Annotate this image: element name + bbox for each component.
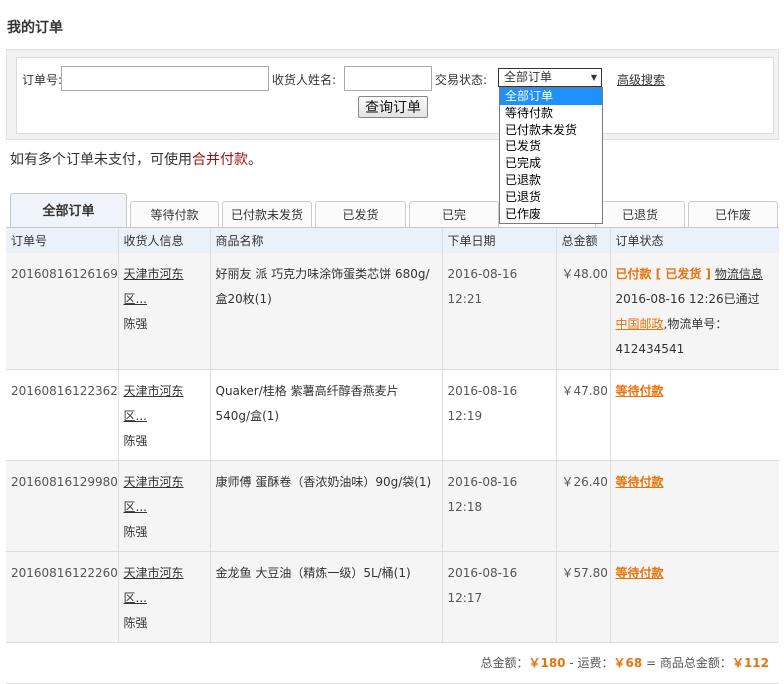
order-amount: ￥47.80 bbox=[555, 369, 610, 461]
pending-payment-link[interactable]: 等待付款 bbox=[616, 384, 664, 398]
goods-total-label: = 商品总金额： bbox=[646, 655, 732, 670]
order-amount: ￥48.00 bbox=[555, 253, 610, 370]
col-total-amount: 总金额 bbox=[555, 228, 610, 253]
tracking-number: 412434541 bbox=[615, 342, 685, 356]
col-order-status: 订单状态 bbox=[609, 228, 779, 253]
order-no: 20160816122260 bbox=[6, 551, 118, 643]
status-select[interactable]: 全部订单 ▼ bbox=[498, 68, 602, 87]
order-no: 20160816126169 bbox=[6, 253, 118, 370]
receiver-name-label: 收货人姓名: bbox=[272, 73, 337, 87]
status-option-paid-not-shipped[interactable]: 已付款未发货 bbox=[500, 122, 602, 139]
goods-total-amount: ￥112 bbox=[731, 655, 769, 670]
status-select-value: 全部订单 bbox=[504, 70, 553, 84]
page-title: 我的订单 bbox=[7, 20, 63, 36]
total-label: 总金额： bbox=[480, 655, 529, 670]
receiver-name-input[interactable] bbox=[344, 66, 432, 91]
status-option-returned[interactable]: 已退货 bbox=[500, 189, 602, 206]
pending-payment-link[interactable]: 等待付款 bbox=[616, 566, 664, 580]
table-header-row: 订单号 收货人信息 商品名称 下单日期 总金额 订单状态 bbox=[6, 228, 779, 253]
col-receiver-info: 收货人信息 bbox=[117, 228, 210, 253]
tab-paid-not-shipped[interactable]: 已付款未发货 bbox=[222, 201, 312, 227]
col-order-no: 订单号 bbox=[6, 228, 118, 253]
order-status-cell: 已付款 [ 已发货 ] 物流信息 2016-08-16 12:26已通过 中国邮… bbox=[609, 253, 779, 370]
status-option-pending-payment[interactable]: 等待付款 bbox=[500, 105, 602, 122]
table-row: 20160816122362 天津市河东区... 陈强 Quaker/桂格 紫薯… bbox=[6, 369, 779, 461]
status-label: 交易状态: bbox=[435, 73, 488, 87]
order-date: 2016-08-16 12:21 bbox=[441, 253, 556, 370]
orders-table: 订单号 收货人信息 商品名称 下单日期 总金额 订单状态 20160816126… bbox=[6, 228, 779, 684]
receiver-cell: 天津市河东区... 陈强 bbox=[117, 369, 210, 461]
totals-cell: 总金额：￥180 - 运费：￥68 = 商品总金额：￥112 bbox=[6, 642, 779, 684]
merge-pay-notice: 如有多个订单未支付，可使用合并付款。 bbox=[10, 149, 262, 169]
receiver-name: 陈强 bbox=[123, 317, 148, 331]
order-amount: ￥26.40 bbox=[555, 460, 610, 552]
search-panel bbox=[6, 49, 779, 140]
freight-label: - 运费： bbox=[569, 655, 614, 670]
query-orders-button[interactable]: 查询订单 bbox=[358, 96, 428, 118]
receiver-address-link[interactable]: 天津市河东区... bbox=[124, 384, 184, 423]
table-row: 20160816122260 天津市河东区... 陈强 金龙鱼 大豆油（精炼一级… bbox=[6, 551, 779, 643]
product-name: Quaker/桂格 紫薯高纤醇香燕麦片 540g/盒(1) bbox=[209, 369, 442, 461]
carrier-link[interactable]: 中国邮政 bbox=[616, 317, 664, 331]
merge-pay-link[interactable]: 合并付款 bbox=[192, 152, 248, 168]
status-paid-shipped: 已付款 [ 已发货 ] bbox=[615, 267, 712, 281]
status-option-voided[interactable]: 已作废 bbox=[500, 206, 602, 223]
notice-prefix: 如有多个订单未支付，可使用 bbox=[10, 152, 192, 168]
tab-voided[interactable]: 已作废 bbox=[688, 201, 778, 227]
receiver-address-link[interactable]: 天津市河东区... bbox=[124, 566, 184, 605]
order-no-input[interactable] bbox=[61, 66, 269, 91]
total-amount: ￥180 bbox=[528, 655, 566, 670]
order-no: 20160816122362 bbox=[6, 369, 118, 461]
product-name: 金龙鱼 大豆油（精炼一级）5L/桶(1) bbox=[209, 551, 442, 643]
status-dropdown-list: 全部订单 等待付款 已付款未发货 已发货 已完成 已退款 已退货 已作废 bbox=[499, 87, 603, 224]
chevron-down-icon: ▼ bbox=[590, 73, 597, 82]
receiver-name: 陈强 bbox=[123, 524, 148, 539]
order-status-cell: 等待付款 bbox=[609, 369, 779, 461]
status-option-completed[interactable]: 已完成 bbox=[500, 155, 602, 172]
order-status-cell: 等待付款 bbox=[609, 460, 779, 552]
status-option-refunded[interactable]: 已退款 bbox=[500, 172, 602, 189]
receiver-name: 陈强 bbox=[123, 433, 148, 448]
freight-amount: ￥68 bbox=[613, 655, 643, 670]
pending-payment-link[interactable]: 等待付款 bbox=[616, 475, 664, 489]
tab-all-orders[interactable]: 全部订单 bbox=[10, 193, 127, 228]
tracking-label: ,物流单号： bbox=[663, 317, 728, 331]
order-date: 2016-08-16 12:19 bbox=[441, 369, 556, 461]
order-date: 2016-08-16 12:17 bbox=[441, 551, 556, 643]
col-product-name: 商品名称 bbox=[209, 228, 442, 253]
table-row: 20160816126169 天津市河东区... 陈强 好丽友 派 巧克力味涂饰… bbox=[6, 253, 779, 370]
order-amount: ￥57.80 bbox=[555, 551, 610, 643]
status-option-all[interactable]: 全部订单 bbox=[500, 88, 602, 105]
order-status-cell: 等待付款 bbox=[609, 551, 779, 643]
receiver-cell: 天津市河东区... 陈强 bbox=[117, 460, 210, 552]
table-row: 20160816129980 天津市河东区... 陈强 康师傅 蛋酥卷（香浓奶油… bbox=[6, 460, 779, 552]
notice-suffix: 。 bbox=[248, 152, 262, 168]
tab-returned[interactable]: 已退货 bbox=[595, 201, 685, 227]
receiver-name: 陈强 bbox=[123, 615, 148, 630]
receiver-cell: 天津市河东区... 陈强 bbox=[117, 551, 210, 643]
order-no: 20160816129980 bbox=[6, 460, 118, 552]
totals-row: 总金额：￥180 - 运费：￥68 = 商品总金额：￥112 bbox=[6, 642, 779, 684]
tab-pending-payment[interactable]: 等待付款 bbox=[130, 201, 219, 227]
tab-shipped[interactable]: 已发货 bbox=[315, 201, 406, 227]
logistics-info-link[interactable]: 物流信息 bbox=[715, 267, 763, 281]
receiver-cell: 天津市河东区... 陈强 bbox=[117, 253, 210, 370]
receiver-address-link[interactable]: 天津市河东区... bbox=[124, 267, 184, 306]
advanced-search-link[interactable]: 高级搜索 bbox=[617, 71, 665, 88]
col-order-date: 下单日期 bbox=[441, 228, 556, 253]
product-name: 好丽友 派 巧克力味涂饰蛋类芯饼 680g/盒20枚(1) bbox=[209, 253, 442, 370]
tab-completed[interactable]: 已完 bbox=[409, 201, 499, 227]
status-option-shipped[interactable]: 已发货 bbox=[500, 138, 602, 155]
product-name: 康师傅 蛋酥卷（香浓奶油味）90g/袋(1) bbox=[209, 460, 442, 552]
shipped-time: 2016-08-16 12:26已通过 bbox=[615, 292, 760, 306]
order-no-label: 订单号: bbox=[22, 73, 63, 87]
receiver-address-link[interactable]: 天津市河东区... bbox=[124, 475, 184, 514]
order-date: 2016-08-16 12:18 bbox=[441, 460, 556, 552]
